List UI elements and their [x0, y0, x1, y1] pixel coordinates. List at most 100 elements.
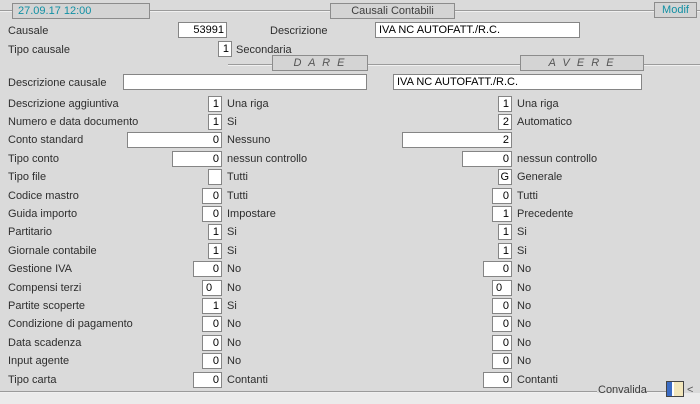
dare-option-text: Si [227, 300, 237, 312]
dare-option-text: Impostare [227, 208, 276, 220]
dare-option-text: Nessuno [227, 134, 270, 146]
form-row: Condizione di pagamento 0 No 0 No [0, 316, 700, 334]
avere-value-input[interactable]: 1 [498, 224, 512, 240]
descrizione-causale-label: Descrizione causale [8, 77, 106, 89]
row-label: Partitario [8, 226, 52, 238]
dare-column-header: D A R E [272, 55, 368, 71]
avere-value-input[interactable]: G [498, 169, 512, 185]
footer-line-left [0, 391, 597, 392]
row-label: Tipo conto [8, 153, 59, 165]
avere-value-input[interactable]: 1 [492, 206, 512, 222]
row-label: Tipo carta [8, 374, 57, 386]
bottom-strip [0, 393, 700, 404]
dare-value-input[interactable]: 0 [202, 188, 222, 204]
modif-button[interactable]: Modif [654, 2, 697, 18]
dare-value-input[interactable]: 1 [208, 96, 222, 112]
footer-line-right [646, 391, 666, 392]
causali-contabili-window: 27.09.17 12:00 Causali Contabili Modif C… [0, 0, 700, 404]
avere-value-input[interactable]: 0 [492, 188, 512, 204]
avere-option-text: Tutti [517, 190, 538, 202]
dare-value-input[interactable]: 0 [193, 372, 222, 388]
avere-value-input[interactable]: 1 [498, 243, 512, 259]
dare-option-text: No [227, 263, 241, 275]
dare-value-input[interactable] [208, 169, 222, 185]
avere-value-input[interactable]: 0 [492, 316, 512, 332]
row-label: Gestione IVA [8, 263, 72, 275]
dare-value-input[interactable]: 0 [202, 353, 222, 369]
avere-value-input[interactable]: 0 [483, 261, 512, 277]
avere-value-input[interactable]: 0 [483, 372, 512, 388]
dare-value-input[interactable]: 0 [193, 261, 222, 277]
avere-value-input[interactable]: 1 [498, 96, 512, 112]
row-label: Codice mastro [8, 190, 79, 202]
dare-value-input[interactable]: 1 [202, 298, 222, 314]
form-row: Tipo conto 0 nessun controllo 0 nessun c… [0, 151, 700, 169]
avere-value-input[interactable]: 0 [462, 151, 512, 167]
dare-value-input[interactable]: 1 [208, 224, 222, 240]
avere-value-input[interactable]: 2 [402, 132, 512, 148]
descrizione-causale-dare-input[interactable] [123, 74, 367, 90]
avere-value-input[interactable]: 0 [492, 353, 512, 369]
dare-option-text: Contanti [227, 374, 268, 386]
row-label: Descrizione aggiuntiva [8, 98, 119, 110]
dare-option-text: No [227, 337, 241, 349]
dare-option-text: Si [227, 226, 237, 238]
dare-option-text: Si [227, 116, 237, 128]
form-row: Tipo carta 0 Contanti 0 Contanti [0, 372, 700, 390]
row-label: Condizione di pagamento [8, 318, 133, 330]
form-row: Guida importo 0 Impostare 1 Precedente [0, 206, 700, 224]
avere-value-input[interactable]: 2 [498, 114, 512, 130]
avere-option-text: No [517, 337, 531, 349]
dare-value-input[interactable]: 0 [202, 280, 222, 296]
dare-value-input[interactable]: 0 [127, 132, 222, 148]
tipo-causale-label: Tipo causale [8, 44, 70, 56]
avere-option-text: nessun controllo [517, 153, 597, 165]
datetime-box[interactable]: 27.09.17 12:00 [12, 3, 150, 19]
avere-option-text: No [517, 263, 531, 275]
avere-value-input[interactable]: 0 [492, 335, 512, 351]
form-row: Codice mastro 0 Tutti 0 Tutti [0, 188, 700, 206]
dare-option-text: Tutti [227, 190, 248, 202]
dare-value-input[interactable]: 1 [208, 114, 222, 130]
row-label: Input agente [8, 355, 69, 367]
avere-option-text: Precedente [517, 208, 573, 220]
book-icon-white-stripe [672, 382, 674, 396]
dare-value-input[interactable]: 0 [202, 206, 222, 222]
descrizione-input[interactable]: IVA NC AUTOFATT./R.C. [375, 22, 580, 38]
dare-option-text: Tutti [227, 171, 248, 183]
avere-option-text: Contanti [517, 374, 558, 386]
avere-option-text: Si [517, 226, 527, 238]
form-row: Data scadenza 0 No 0 No [0, 335, 700, 353]
avere-option-text: No [517, 355, 531, 367]
form-row: Gestione IVA 0 No 0 No [0, 261, 700, 279]
avere-option-text: Generale [517, 171, 562, 183]
tipo-causale-input[interactable]: 1 [218, 41, 232, 57]
dare-value-input[interactable]: 0 [172, 151, 222, 167]
dare-option-text: No [227, 318, 241, 330]
dare-option-text: Si [227, 245, 237, 257]
dare-value-input[interactable]: 0 [202, 335, 222, 351]
avere-value-input[interactable]: 0 [492, 280, 512, 296]
avere-value-input[interactable]: 0 [492, 298, 512, 314]
row-label: Tipo file [8, 171, 46, 183]
row-label: Conto standard [8, 134, 83, 146]
dare-option-text: No [227, 355, 241, 367]
avere-option-text: No [517, 300, 531, 312]
causale-input[interactable]: 53991 [178, 22, 227, 38]
form-row: Input agente 0 No 0 No [0, 353, 700, 371]
dare-value-input[interactable]: 0 [202, 316, 222, 332]
row-label: Giornale contabile [8, 245, 97, 257]
convalida-book-icon[interactable] [666, 381, 684, 397]
page-title: Causali Contabili [330, 3, 455, 19]
descrizione-label: Descrizione [270, 25, 327, 37]
avere-option-text: Si [517, 245, 527, 257]
dare-value-input[interactable]: 1 [208, 243, 222, 259]
row-label: Partite scoperte [8, 300, 85, 312]
form-row: Numero e data documento 1 Si 2 Automatic… [0, 114, 700, 132]
dare-option-text: Una riga [227, 98, 269, 110]
form-row: Tipo file Tutti G Generale [0, 169, 700, 187]
descrizione-causale-avere-input[interactable]: IVA NC AUTOFATT./R.C. [393, 74, 642, 90]
dare-option-text: No [227, 282, 241, 294]
form-row: Compensi terzi 0 No 0 No [0, 280, 700, 298]
row-label: Guida importo [8, 208, 77, 220]
